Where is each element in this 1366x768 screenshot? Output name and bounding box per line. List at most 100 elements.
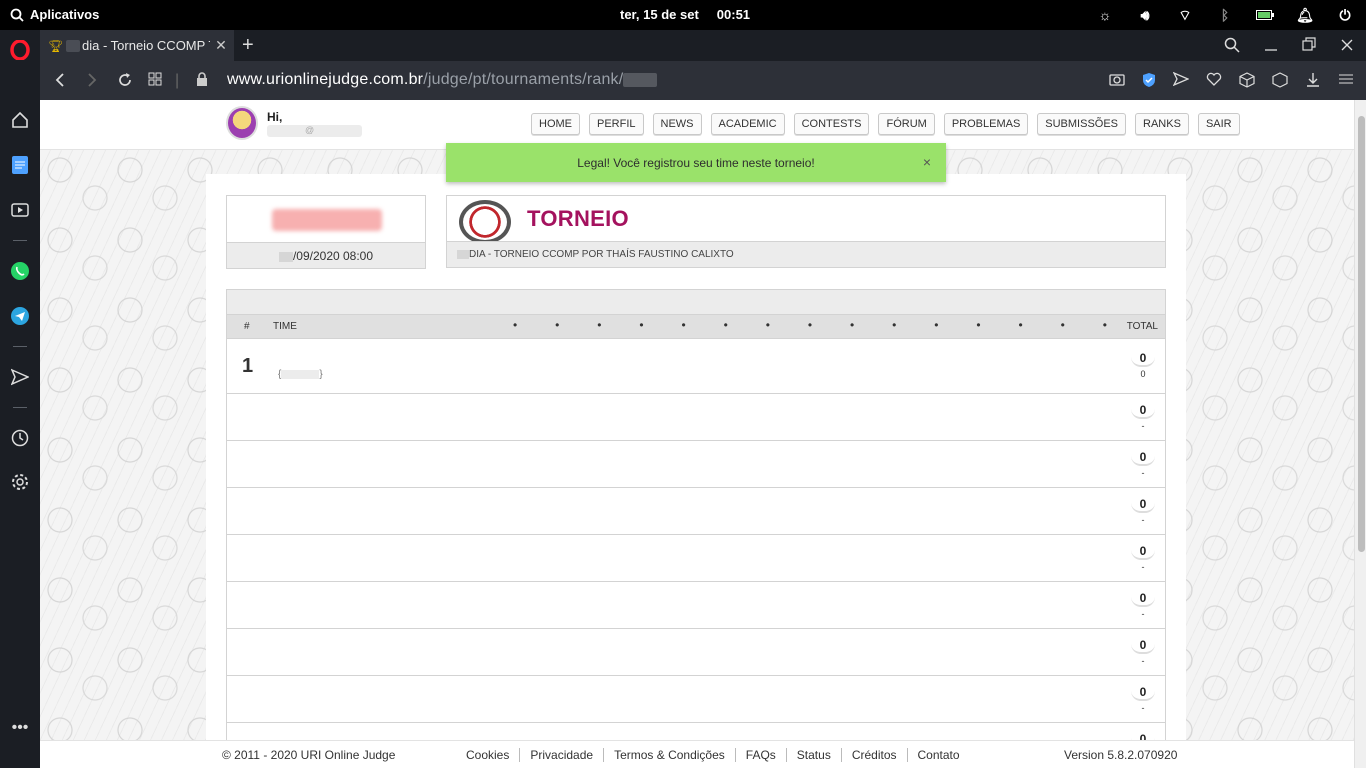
menu-contests[interactable]: CONTESTS bbox=[793, 113, 870, 135]
camera-icon[interactable] bbox=[1109, 72, 1125, 91]
copyright: © 2011 - 2020 URI Online Judge bbox=[222, 748, 396, 762]
footer-link-creditos[interactable]: Créditos bbox=[842, 748, 908, 762]
close-window-icon[interactable] bbox=[1340, 37, 1354, 58]
whatsapp-icon[interactable] bbox=[8, 259, 32, 283]
wifi-icon[interactable]: ⌔ bbox=[1176, 6, 1194, 24]
volume-icon[interactable]: 🔊︎ bbox=[1136, 6, 1154, 24]
redacted-countdown bbox=[272, 209, 382, 231]
toast-close-icon[interactable]: × bbox=[923, 154, 931, 170]
row-team[interactable]: {} bbox=[278, 369, 323, 380]
battery-icon[interactable] bbox=[1256, 6, 1274, 24]
history-icon[interactable] bbox=[8, 426, 32, 450]
player-icon[interactable] bbox=[8, 198, 32, 222]
menu-home[interactable]: HOME bbox=[531, 113, 580, 135]
extensions-box-icon[interactable] bbox=[1272, 72, 1288, 91]
download-icon[interactable] bbox=[1305, 72, 1321, 91]
url-field[interactable]: www.urionlinejudge.com.br/judge/pt/tourn… bbox=[227, 71, 658, 89]
brightness-icon[interactable]: ☼ bbox=[1096, 6, 1114, 24]
row-score: 0- bbox=[1131, 401, 1155, 431]
notifications-icon[interactable]: 🔔︎ bbox=[1296, 6, 1314, 24]
row-penalty: - bbox=[1141, 656, 1145, 666]
menu-academic[interactable]: ACADEMIC bbox=[710, 113, 785, 135]
bluetooth-off-icon[interactable]: ᛒ bbox=[1216, 6, 1234, 24]
menu-news[interactable]: NEWS bbox=[652, 113, 702, 135]
footer-link-cookies[interactable]: Cookies bbox=[466, 748, 521, 762]
problem-column[interactable]: • bbox=[639, 318, 643, 332]
new-tab-button[interactable]: + bbox=[242, 35, 254, 55]
footer-link-contato[interactable]: Contato bbox=[908, 748, 970, 762]
tab-active[interactable]: 🏆︎ dia - Torneio CCOMP Tc ✕ bbox=[40, 30, 234, 61]
problem-column[interactable]: • bbox=[766, 318, 770, 332]
back-icon[interactable] bbox=[54, 72, 66, 93]
sidebar-separator bbox=[13, 407, 27, 408]
problem-column[interactable]: • bbox=[934, 318, 938, 332]
system-top-bar: Aplicativos ter, 15 de set 00:51 ☼ 🔊︎ ⌔ … bbox=[0, 0, 1366, 30]
page-scrollbar[interactable] bbox=[1354, 100, 1366, 768]
footer-link-status[interactable]: Status bbox=[787, 748, 842, 762]
row-penalty: - bbox=[1141, 703, 1145, 713]
tab-close-icon[interactable]: ✕ bbox=[214, 38, 228, 52]
tournament-description: DIA - TORNEIO CCOMP POR THAÍS FAUSTINO C… bbox=[447, 241, 1165, 267]
minimize-icon[interactable] bbox=[1264, 37, 1278, 58]
power-icon[interactable]: ⏻ bbox=[1336, 6, 1354, 24]
problem-column[interactable]: • bbox=[724, 318, 728, 332]
tab-strip: 🏆︎ dia - Torneio CCOMP Tc ✕ + bbox=[40, 30, 1366, 61]
table-caption-bar bbox=[226, 289, 1166, 315]
problem-column[interactable]: • bbox=[1103, 318, 1107, 332]
more-icon[interactable]: ••• bbox=[8, 716, 32, 740]
footer-link-termos[interactable]: Termos & Condições bbox=[604, 748, 736, 762]
menu-forum[interactable]: FÓRUM bbox=[878, 113, 935, 135]
redacted-text bbox=[66, 39, 80, 52]
opera-logo[interactable] bbox=[8, 38, 32, 62]
avatar[interactable] bbox=[226, 106, 258, 140]
problem-column[interactable]: • bbox=[892, 318, 896, 332]
problem-column[interactable]: • bbox=[808, 318, 812, 332]
table-row: 0- bbox=[226, 629, 1166, 676]
menu-sair[interactable]: SAIR bbox=[1197, 113, 1240, 135]
restore-icon[interactable] bbox=[1302, 37, 1316, 58]
reload-icon[interactable] bbox=[117, 72, 133, 93]
main-menu: HOME PERFIL NEWS ACADEMIC CONTESTS FÓRUM… bbox=[531, 113, 1240, 135]
problem-column[interactable]: • bbox=[1061, 318, 1065, 332]
telegram-icon[interactable] bbox=[8, 304, 32, 328]
flow-icon[interactable] bbox=[8, 365, 32, 389]
activities-button[interactable]: Aplicativos bbox=[10, 7, 99, 22]
heart-icon[interactable] bbox=[1206, 72, 1222, 91]
menu-problemas[interactable]: PROBLEMAS bbox=[943, 113, 1029, 135]
adblock-shield-icon[interactable] bbox=[1142, 72, 1156, 91]
tournament-description-text: DIA - TORNEIO CCOMP POR THAÍS FAUSTINO C… bbox=[469, 249, 734, 260]
system-tray[interactable]: ☼ 🔊︎ ⌔ ᛒ 🔔︎ ⏻ bbox=[1096, 6, 1354, 24]
footer-link-faqs[interactable]: FAQs bbox=[736, 748, 787, 762]
clock[interactable]: ter, 15 de set 00:51 bbox=[620, 7, 750, 22]
problem-column[interactable]: • bbox=[850, 318, 854, 332]
problem-column[interactable]: • bbox=[513, 318, 517, 332]
problem-column[interactable]: • bbox=[555, 318, 559, 332]
speed-dial-icon[interactable] bbox=[8, 153, 32, 177]
row-points: 0 bbox=[1131, 349, 1155, 367]
snapshot-cube-icon[interactable] bbox=[1239, 72, 1255, 91]
table-row: 1 {} 0 0 bbox=[226, 339, 1166, 394]
scrollbar-thumb[interactable] bbox=[1358, 116, 1365, 552]
problem-column[interactable]: • bbox=[976, 318, 980, 332]
problem-column[interactable]: • bbox=[597, 318, 601, 332]
menu-perfil[interactable]: PERFIL bbox=[589, 113, 644, 135]
footer-link-privacidade[interactable]: Privacidade bbox=[520, 748, 605, 762]
search-icon bbox=[10, 8, 24, 22]
row-penalty: 0 bbox=[1140, 369, 1146, 379]
easy-setup-icon[interactable] bbox=[1338, 72, 1354, 91]
problem-column[interactable]: • bbox=[682, 318, 686, 332]
table-header: # TIME • • • • • • • • • • • • • • • TOT… bbox=[226, 315, 1166, 339]
send-icon[interactable] bbox=[1172, 71, 1190, 91]
forward-icon[interactable] bbox=[86, 72, 98, 93]
settings-icon[interactable] bbox=[8, 470, 32, 494]
tab-grid-icon[interactable] bbox=[148, 72, 162, 91]
row-penalty: - bbox=[1141, 421, 1145, 431]
toast-message: Legal! Você registrou seu time neste tor… bbox=[577, 155, 815, 170]
home-icon[interactable] bbox=[8, 108, 32, 132]
problem-column[interactable]: • bbox=[1019, 318, 1023, 332]
menu-submissoes[interactable]: SUBMISSÕES bbox=[1037, 113, 1127, 135]
menu-ranks[interactable]: RANKS bbox=[1135, 113, 1189, 135]
tab-search-icon[interactable] bbox=[1224, 37, 1240, 58]
lock-icon[interactable] bbox=[196, 72, 208, 91]
trophy-favicon-icon: 🏆︎ bbox=[48, 38, 64, 53]
